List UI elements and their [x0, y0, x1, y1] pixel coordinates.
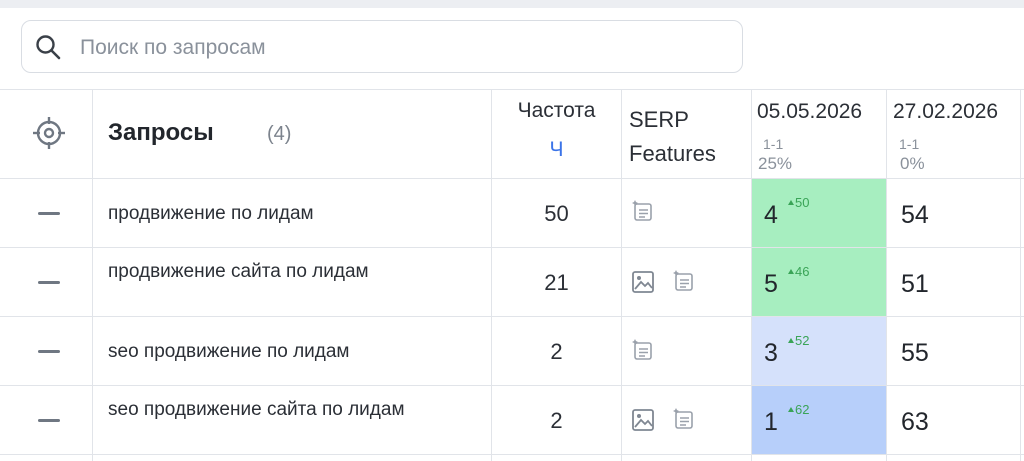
frequency-value: 21	[544, 270, 569, 295]
previous-position: 63	[901, 408, 929, 436]
grid-line	[92, 89, 93, 461]
queries-column-title[interactable]: Запросы	[108, 119, 214, 147]
position-cell[interactable]: 1 62	[752, 386, 886, 454]
query-text[interactable]: seo продвижение сайта по лидам	[108, 398, 428, 421]
position-value: 1	[764, 408, 778, 436]
position-value: 4	[764, 201, 778, 229]
query-text[interactable]: продвижение по лидам	[108, 202, 428, 225]
snippet-icon	[673, 270, 693, 291]
queries-count: (4)	[267, 123, 292, 145]
date-range: 1-1	[763, 136, 784, 152]
query-text[interactable]: seo продвижение по лидам	[108, 340, 428, 363]
position-cell[interactable]: 3 52	[752, 317, 886, 385]
remove-row-icon[interactable]	[38, 281, 60, 284]
frequency-column-title[interactable]: Частота	[492, 99, 621, 123]
snippet-icon	[632, 339, 652, 360]
serp-label-line1: SERP	[629, 107, 689, 132]
position-cell[interactable]: 5 46	[752, 248, 886, 316]
frequency-type-link[interactable]: Ч	[492, 138, 621, 162]
position-value: 3	[764, 339, 778, 367]
query-text[interactable]: продвижение сайта по лидам	[108, 260, 428, 283]
remove-row-icon[interactable]	[38, 212, 60, 215]
position-delta: 46	[788, 264, 809, 279]
snippet-icon	[632, 200, 652, 221]
serp-features-column-title[interactable]: SERP Features	[629, 103, 716, 171]
grid-line	[886, 89, 887, 461]
position-delta: 52	[788, 333, 809, 348]
frequency-value: 2	[550, 408, 563, 433]
grid-line	[1020, 89, 1021, 461]
date-column-title[interactable]: 27.02.2026	[893, 100, 998, 124]
keyword-table-panel: Запросы (4) Частота Ч SERP Features 05.0…	[0, 0, 1024, 461]
grid-line	[0, 89, 1024, 90]
target-icon[interactable]	[31, 115, 67, 151]
position-cell[interactable]: 4 50	[752, 179, 886, 247]
snippet-icon	[673, 408, 693, 429]
previous-position: 54	[901, 201, 929, 229]
search-box[interactable]	[21, 20, 743, 73]
frequency-value: 2	[550, 339, 563, 364]
image-icon	[632, 271, 654, 293]
grid-line	[621, 89, 622, 461]
search-icon	[36, 35, 61, 60]
search-input[interactable]	[78, 30, 722, 66]
date-top-percent: 0%	[900, 154, 925, 173]
position-value: 5	[764, 270, 778, 298]
position-delta: 50	[788, 195, 809, 210]
date-column-title[interactable]: 05.05.2026	[757, 100, 862, 124]
remove-row-icon[interactable]	[38, 419, 60, 422]
position-delta: 62	[788, 402, 809, 417]
grid-line	[0, 454, 1024, 455]
remove-row-icon[interactable]	[38, 350, 60, 353]
previous-position: 55	[901, 339, 929, 367]
top-strip	[0, 0, 1024, 8]
frequency-value: 50	[544, 201, 569, 226]
image-icon	[632, 409, 654, 431]
date-range: 1-1	[899, 136, 920, 152]
previous-position: 51	[901, 270, 929, 298]
date-top-percent: 25%	[758, 154, 793, 173]
serp-label-line2: Features	[629, 141, 716, 166]
